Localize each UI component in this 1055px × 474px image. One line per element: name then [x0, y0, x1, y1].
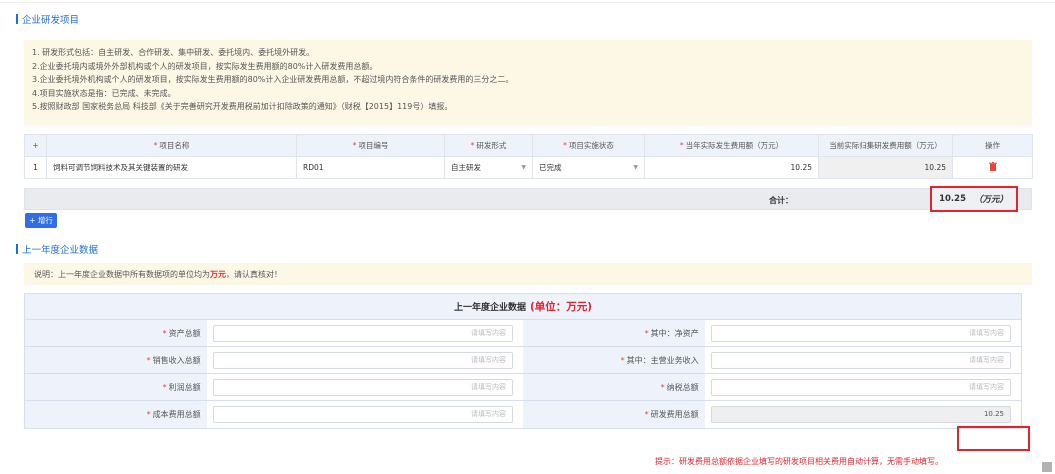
rd-total-hint: 提示：研发费用总额依据企业填写的研发项目相关费用自动计算，无需手动填写。	[655, 457, 943, 466]
field-label: 销售收入总额	[152, 355, 201, 365]
project-name-field[interactable]: 饲料可调节饲料技术及其关键装置的研发	[46, 156, 297, 179]
net-assets-cell: 请填写内容	[705, 320, 1021, 346]
prev-year-note: 说明：上一年度企业数据中所有数据项的单位均为万元，请认真核对！	[24, 263, 1032, 285]
net-assets-input[interactable]: 请填写内容	[710, 324, 1011, 342]
total-assets-cell: 请填写内容	[207, 320, 523, 346]
status-select[interactable]: 已完成 ▼	[532, 156, 645, 179]
rd-form-value: 自主研发	[451, 163, 481, 172]
total-cost-label: * 成本费用总额	[25, 401, 207, 428]
project-code-field[interactable]: RD01	[296, 156, 445, 179]
sales-revenue-input[interactable]: 请填写内容	[212, 351, 513, 369]
rd-projects-table: + * 项目名称 * 项目编号 * 研发形式 * 项目实施状态 * 当年实际发生费用额（万…	[24, 134, 1033, 179]
form-row: * 利润总额 请填写内容 * 纳税总额 请填写内容	[25, 374, 1021, 401]
total-tax-cell: 请填写内容	[705, 374, 1021, 400]
section-title-label: 企业研发项目	[22, 15, 80, 26]
col-label: 项目编号	[358, 141, 389, 150]
table-title: 上一年度企业数据	[453, 303, 526, 313]
rd-total-label: * 研发费用总额	[523, 401, 705, 428]
form-row: * 资产总额 请填写内容 * 其中：净资产 请填写内容	[25, 320, 1021, 347]
note-line: 3.企业委托境外机构或个人的研发项目，按实际发生费用额的80%计入企业研发费用总…	[32, 75, 514, 84]
row-index: 1	[24, 156, 47, 179]
section-title-label: 上一年度企业数据	[22, 245, 99, 256]
rd-total-highlight	[957, 426, 1030, 451]
total-value: 10.25	[939, 194, 966, 204]
note-line: 5.按照财政部 国家税务总局 科技部《关于完善研究开发费用税前加计扣除政策的通知…	[32, 102, 453, 111]
table-header-row: + * 项目名称 * 项目编号 * 研发形式 * 项目实施状态 * 当年实际发生费用额（万…	[24, 134, 1033, 157]
total-cost-cell: 请填写内容	[207, 401, 523, 428]
sales-revenue-cell: 请填写内容	[207, 347, 523, 373]
col-label: 项目实施状态	[568, 141, 614, 150]
col-header-amount: * 当年实际发生费用额（万元）	[644, 134, 819, 157]
note-suffix: ，请认真核对！	[226, 270, 282, 279]
total-profit-cell: 请填写内容	[207, 374, 523, 400]
total-tax-input[interactable]: 请填写内容	[710, 378, 1011, 396]
rd-notes: 1. 研发形式包括：自主研发、合作研发、集中研发、委托境内、委托境外研发。 2.…	[24, 40, 1032, 126]
table-unit: (单位：万元)	[529, 301, 593, 313]
section-marker	[16, 14, 18, 24]
section-marker	[16, 244, 18, 254]
total-row: 合计：	[24, 188, 1032, 210]
prev-year-table: 上一年度企业数据 (单位：万元) * 资产总额 请填写内容 * 其中：净资产 请填写…	[24, 293, 1022, 429]
section-title-rd-projects: 企业研发项目	[16, 12, 79, 26]
form-row: * 成本费用总额 请填写内容 * 研发费用总额 10.25	[25, 401, 1021, 428]
col-header-name: * 项目名称	[46, 134, 297, 157]
resize-corner-icon[interactable]	[1042, 462, 1052, 472]
note-prefix: 说明：上一年度企业数据中所有数据项的单位均为	[34, 270, 210, 279]
status-value: 已完成	[539, 163, 562, 172]
net-assets-label: * 其中：净资产	[523, 320, 705, 346]
col-header-status: * 项目实施状态	[532, 134, 645, 157]
note-line: 1. 研发形式包括：自主研发、合作研发、集中研发、委托境内、委托境外研发。	[32, 48, 315, 57]
col-header-action: 操作	[952, 134, 1033, 157]
col-header-code: * 项目编号	[296, 134, 445, 157]
total-unit: （万元）	[973, 195, 1008, 205]
collected-value: 10.25	[818, 156, 953, 179]
total-assets-label: * 资产总额	[25, 320, 207, 346]
col-header-collected: 当前实际归集研发费用额（万元）	[818, 134, 953, 157]
note-line: 2.企业委托境内或境外外部机构或个人的研发项目，按实际发生费用额的80%计入研发…	[32, 61, 378, 71]
section-title-prev-year: 上一年度企业数据	[16, 242, 98, 256]
field-label: 纳税总额	[666, 382, 699, 392]
field-label: 研发费用总额	[650, 410, 699, 419]
trash-icon[interactable]	[952, 156, 1033, 179]
chevron-down-icon: ▼	[521, 164, 526, 171]
main-revenue-label: * 其中：主营业务收入	[523, 347, 705, 373]
chevron-down-icon: ▼	[633, 164, 638, 171]
col-header-form: * 研发形式	[444, 134, 533, 157]
form-row: * 销售收入总额 请填写内容 * 其中：主营业务收入 请填写内容	[25, 347, 1021, 374]
prev-year-table-header: 上一年度企业数据 (单位：万元)	[25, 294, 1021, 320]
col-label: 项目名称	[159, 141, 190, 150]
field-label: 成本费用总额	[152, 410, 201, 419]
add-row-icon[interactable]: +	[24, 134, 47, 157]
rd-form-select[interactable]: 自主研发 ▼	[444, 156, 533, 179]
total-value-box: 10.25 （万元）	[930, 186, 1018, 212]
total-tax-label: * 纳税总额	[523, 374, 705, 400]
total-cost-input[interactable]: 请填写内容	[212, 406, 513, 423]
note-line: 4.项目实施状态是指：已完成、未完成。	[32, 88, 176, 98]
field-label: 其中：净资产	[650, 328, 699, 338]
total-profit-input[interactable]: 请填写内容	[212, 378, 513, 396]
amount-field[interactable]: 10.25	[644, 156, 819, 179]
total-label: 合计：	[769, 196, 793, 205]
col-label: 研发形式	[476, 141, 507, 150]
main-revenue-input[interactable]: 请填写内容	[710, 351, 1011, 369]
top-divider	[0, 2, 1055, 3]
rd-total-readonly-field: 10.25	[710, 406, 1011, 423]
note-unit: 万元	[210, 270, 226, 279]
sales-revenue-label: * 销售收入总额	[25, 347, 207, 373]
add-row-button[interactable]: + 增行	[25, 213, 57, 228]
main-revenue-cell: 请填写内容	[705, 347, 1021, 373]
field-label: 其中：主营业务收入	[626, 355, 699, 365]
total-assets-input[interactable]: 请填写内容	[212, 324, 513, 342]
rd-total-cell: 10.25	[705, 401, 1021, 428]
col-label: 当年实际发生费用额（万元）	[685, 141, 784, 150]
field-label: 利润总额	[168, 382, 201, 392]
table-row: 1 饲料可调节饲料技术及其关键装置的研发 RD01 自主研发 ▼ 已完成 ▼ 10.…	[24, 156, 1033, 179]
field-label: 资产总额	[168, 328, 201, 338]
total-profit-label: * 利润总额	[25, 374, 207, 400]
